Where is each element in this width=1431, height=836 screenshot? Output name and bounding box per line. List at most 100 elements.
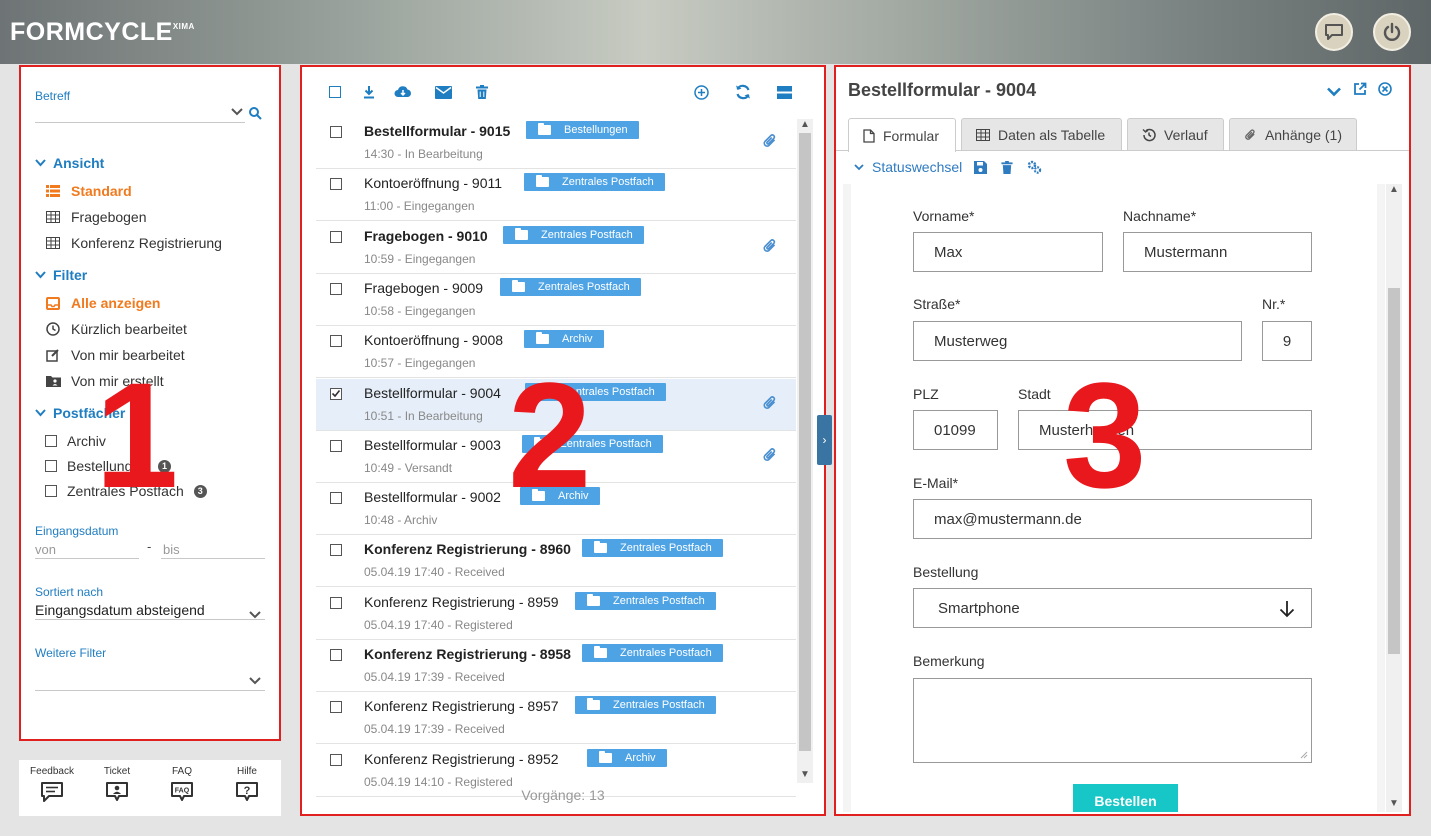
checkbox[interactable] [330, 178, 342, 191]
list-item[interactable]: Konferenz Registrierung - 8959 Zentrales … [316, 588, 796, 640]
folder-icon [512, 279, 525, 292]
checkbox[interactable] [330, 753, 342, 766]
view-fragebogen[interactable]: Fragebogen [45, 209, 147, 225]
checkbox[interactable] [330, 335, 342, 348]
tab-verlauf[interactable]: Verlauf [1127, 118, 1224, 150]
search-icon[interactable] [249, 107, 262, 123]
table-icon [976, 128, 990, 141]
mailbox-tag: Zentrales Postfach [500, 277, 641, 296]
weitere-filter-select[interactable] [35, 667, 265, 691]
nr-field[interactable]: 9 [1262, 321, 1312, 361]
list-item[interactable]: Bestellformular - 9015 Bestellungen 14:30 … [316, 117, 796, 169]
add-icon[interactable] [691, 82, 711, 102]
view-konferenz[interactable]: Konferenz Registrierung [45, 235, 222, 251]
vorname-field[interactable]: Max [913, 232, 1103, 272]
checkbox[interactable] [330, 596, 342, 609]
chat-icon[interactable] [1315, 13, 1353, 51]
chevron-down-icon[interactable] [1327, 84, 1341, 100]
mailbox-archiv[interactable]: Archiv [45, 433, 106, 449]
checkbox[interactable] [330, 492, 342, 505]
list-item[interactable]: Konferenz Registrierung - 8960 Zentrales … [316, 535, 796, 588]
layout-toggle-icon[interactable] [774, 82, 794, 102]
ansicht-section[interactable]: Ansicht [35, 155, 104, 171]
external-link-icon[interactable] [1353, 82, 1367, 99]
chevron-down-icon[interactable] [231, 107, 243, 119]
faq-button[interactable]: FAQ FAQ [157, 766, 207, 803]
checkbox[interactable] [330, 649, 342, 661]
item-status: 05.04.19 17:39 - Received [364, 670, 505, 684]
email-field[interactable]: max@mustermann.de [913, 499, 1312, 539]
bemerkung-textarea[interactable] [913, 678, 1312, 763]
hilfe-button[interactable]: Hilfe ? [222, 766, 272, 803]
betreff-select[interactable] [35, 105, 245, 123]
mailbox-tag: Archiv [587, 748, 667, 767]
mailbox-tag: Zentrales Postfach [582, 539, 723, 558]
filter-alle-anzeigen[interactable]: Alle anzeigen [45, 295, 160, 311]
checkbox[interactable] [330, 126, 342, 138]
list-item[interactable]: Konferenz Registrierung - 8958 Zentrales … [316, 640, 796, 692]
form-scrollbar[interactable]: ▲ ▼ [1386, 184, 1402, 812]
checkbox[interactable] [330, 701, 342, 714]
list-scrollbar[interactable]: ▲ ▼ [797, 119, 813, 783]
feedback-icon [41, 782, 63, 802]
filter-von-mir-bearbeitet[interactable]: Von mir bearbeitet [45, 347, 185, 363]
bestellung-select[interactable]: Smartphone [913, 588, 1312, 628]
trash-icon[interactable] [1001, 160, 1013, 174]
collapse-panel-handle[interactable]: › [817, 415, 832, 465]
chevron-down-icon[interactable] [249, 672, 261, 688]
list-item[interactable]: Bestellformular - 9003 Zentrales Postfach… [316, 431, 796, 483]
download-icon[interactable] [359, 82, 379, 102]
postfaecher-section[interactable]: Postfächer 3 [35, 405, 146, 421]
list-item[interactable]: Kontoeröffnung - 9008 Archiv 10:57 - Einge… [316, 326, 796, 379]
checked-checkbox[interactable] [330, 387, 342, 400]
bestellen-button[interactable]: Bestellen [1073, 784, 1178, 812]
item-title: Bestellformular - 9002 [364, 489, 501, 506]
save-icon[interactable] [974, 160, 988, 174]
list-item[interactable]: Bestellformular - 9002 Archiv 10:48 - Arch… [316, 483, 796, 536]
arrow-down-icon [1279, 601, 1295, 618]
stadt-field[interactable]: Musterhausen [1018, 410, 1312, 450]
mail-icon[interactable] [433, 82, 453, 102]
list-item[interactable]: Kontoeröffnung - 9011 Zentrales Postfach 1… [316, 169, 796, 222]
mailbox-bestellungen[interactable]: Bestellungen 1 [45, 458, 171, 474]
folder-icon [532, 489, 545, 502]
checkbox[interactable] [45, 435, 57, 447]
strasse-field[interactable]: Musterweg [913, 321, 1242, 361]
tab-daten-als-tabelle[interactable]: Daten als Tabelle [961, 118, 1122, 150]
checkbox[interactable] [330, 230, 342, 243]
filter-kuerzlich[interactable]: Kürzlich bearbeitet [45, 321, 187, 337]
tab-formular[interactable]: Formular [848, 118, 956, 152]
checkbox[interactable] [330, 282, 342, 295]
list-item[interactable]: Konferenz Registrierung - 8957 Zentrales … [316, 692, 796, 745]
filter-von-mir-erstellt[interactable]: Von mir erstellt [45, 373, 164, 389]
nr-label: Nr.* [1262, 296, 1286, 312]
refresh-icon[interactable] [733, 82, 753, 102]
ticket-button[interactable]: Ticket [92, 766, 142, 803]
list-item[interactable]: Fragebogen - 9009 Zentrales Postfach 10:58… [316, 274, 796, 326]
checkbox[interactable] [330, 544, 342, 557]
list-item[interactable]: Fragebogen - 9010 Zentrales Postfach 10:59… [316, 222, 796, 274]
detail-panel: Bestellformular - 9004 Formular Daten al… [834, 65, 1411, 816]
checkbox[interactable] [330, 439, 342, 452]
count-badge: 3 [193, 484, 207, 498]
close-icon[interactable] [1378, 82, 1392, 99]
mailbox-tag: Zentrales Postfach [582, 644, 723, 662]
trash-icon[interactable] [472, 82, 492, 102]
checkbox[interactable] [45, 460, 57, 472]
tab-anhaenge[interactable]: Anhänge (1) [1229, 118, 1357, 150]
checkbox[interactable] [45, 485, 57, 497]
select-all-checkbox[interactable] [325, 82, 345, 102]
status-change-button[interactable]: Statuswechsel [872, 159, 962, 175]
chevron-down-icon[interactable] [249, 606, 261, 622]
cloud-download-icon[interactable] [393, 82, 413, 102]
list-item[interactable]: Bestellformular - 9004 Zentrales Postfach… [316, 378, 796, 431]
cogs-icon[interactable] [1027, 160, 1042, 174]
plz-field[interactable]: 01099 [913, 410, 998, 450]
feedback-button[interactable]: Feedback [27, 766, 77, 803]
mailbox-zentrales-postfach[interactable]: Zentrales Postfach 3 [45, 483, 207, 499]
nachname-field[interactable]: Mustermann [1123, 232, 1312, 272]
filter-section[interactable]: Filter [35, 267, 87, 283]
power-icon[interactable] [1373, 13, 1411, 51]
view-standard[interactable]: Standard [45, 183, 132, 199]
mailbox-tag: Archiv [524, 330, 604, 349]
